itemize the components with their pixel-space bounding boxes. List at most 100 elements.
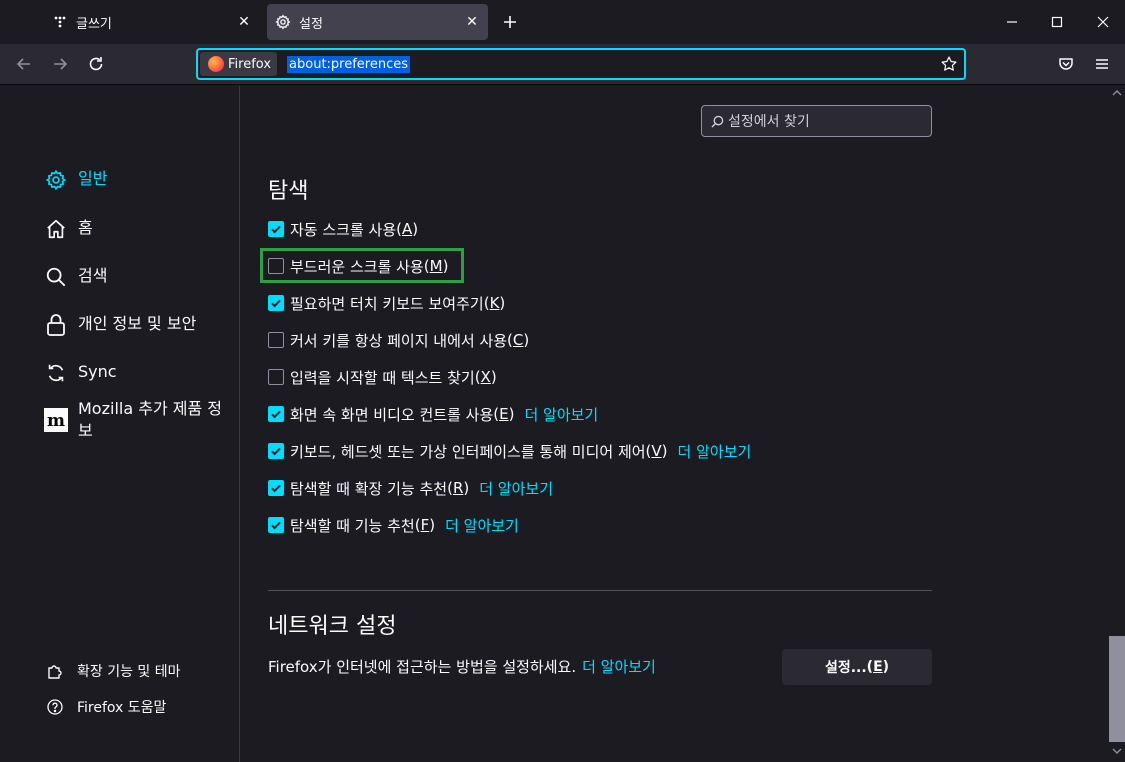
learn-more-link[interactable]: 더 알아보기	[524, 404, 598, 425]
sidebar-item-label: Mozilla 추가 제품 정 보	[78, 398, 222, 442]
star-icon	[941, 56, 957, 71]
checkbox-checked[interactable]	[268, 480, 284, 496]
home-icon	[44, 217, 68, 241]
back-button[interactable]	[10, 50, 38, 78]
accesskey: E	[499, 405, 509, 423]
tab-settings[interactable]: 설정 ✕	[267, 4, 488, 40]
checkbox-checked[interactable]	[268, 443, 284, 459]
accesskey-hint: (F)	[414, 516, 436, 534]
browsing-option[interactable]: 커서 키를 항상 페이지 내에서 사용 (C)	[268, 329, 529, 351]
focus-ring	[260, 248, 464, 283]
puzzle-icon	[46, 662, 64, 680]
menu-button[interactable]	[1088, 50, 1116, 78]
minimize-button[interactable]	[989, 6, 1035, 38]
forward-button[interactable]	[46, 50, 74, 78]
tab-label: 설정	[299, 16, 323, 32]
scroll-up-icon[interactable]	[1111, 88, 1123, 98]
browsing-option[interactable]: 화면 속 화면 비디오 컨트롤 사용 (E) 더 알아보기	[268, 403, 598, 425]
option-label: 키보드, 헤드셋 또는 가상 인터페이스를 통해 미디어 제어	[290, 442, 646, 461]
learn-more-link[interactable]: 더 알아보기	[445, 515, 519, 536]
accesskey-hint: (R)	[447, 479, 470, 497]
accesskey: E	[873, 659, 883, 675]
gear-icon	[44, 168, 68, 192]
tab-writing[interactable]: 글쓰기 ✕	[40, 4, 260, 40]
mozilla-icon: m	[44, 408, 68, 432]
close-icon[interactable]: ✕	[232, 10, 256, 34]
accesskey: R	[452, 479, 464, 497]
checkmark-icon	[271, 299, 281, 308]
sidebar-item-search[interactable]: 검색	[44, 265, 107, 289]
help-icon	[46, 698, 64, 716]
learn-more-link[interactable]: 더 알아보기	[479, 478, 553, 499]
accesskey-hint: (E)	[493, 405, 515, 423]
sidebar-item-label: Sync	[78, 362, 117, 381]
browsing-option[interactable]: 키보드, 헤드셋 또는 가상 인터페이스를 통해 미디어 제어 (V) 더 알아보기	[268, 440, 751, 462]
bookmark-star-button[interactable]	[938, 53, 960, 75]
checkmark-icon	[271, 225, 281, 234]
accesskey: F	[420, 516, 430, 534]
sidebar-item-general[interactable]: 일반	[44, 168, 107, 192]
network-description-text: Firefox가 인터넷에 접근하는 방법을 설정하세요.	[268, 658, 577, 676]
sidebar-item-sync[interactable]: Sync	[44, 361, 117, 385]
maximize-button[interactable]	[1034, 6, 1080, 38]
sidebar-item-label-line1: Mozilla 추가 제품 정	[78, 399, 222, 418]
sidebar-item-label: Firefox 도움말	[77, 700, 167, 716]
accesskey-hint: (V)	[645, 442, 668, 460]
sidebar-item-mozilla-products[interactable]: m Mozilla 추가 제품 정 보	[44, 398, 222, 442]
accesskey-hint: (X)	[474, 368, 497, 386]
hamburger-icon	[1096, 59, 1108, 69]
close-icon[interactable]: ✕	[460, 10, 484, 34]
window-close-button[interactable]	[1080, 6, 1125, 38]
sidebar-item-label: 확장 기능 및 테마	[77, 664, 181, 680]
sidebar-item-label-line2: 보	[78, 421, 93, 440]
arrow-left-icon	[16, 58, 30, 70]
reload-button[interactable]	[82, 50, 110, 78]
tab-bar: 글쓰기 ✕ 설정 ✕	[0, 0, 1125, 44]
browsing-option[interactable]: 필요하면 터치 키보드 보여주기 (K)	[268, 292, 505, 314]
svg-text:m: m	[47, 411, 65, 431]
url-text[interactable]: about:preferences	[287, 55, 411, 73]
scroll-down-icon[interactable]	[1111, 746, 1123, 756]
browsing-option[interactable]: 자동 스크롤 사용 (A)	[268, 218, 418, 240]
checkbox-checked[interactable]	[268, 406, 284, 422]
pocket-button[interactable]	[1052, 50, 1080, 78]
learn-more-link[interactable]: 더 알아보기	[678, 441, 752, 462]
browsing-option[interactable]: 탐색할 때 확장 기능 추천 (R) 더 알아보기	[268, 477, 553, 499]
section-divider	[268, 590, 932, 591]
nav-bar: Firefox about:preferences	[0, 44, 1125, 85]
close-icon	[1097, 16, 1109, 28]
checkbox-unchecked[interactable]	[268, 332, 284, 348]
identity-label: Firefox	[228, 56, 272, 72]
browsing-option[interactable]: 탐색할 때 기능 추천 (F) 더 알아보기	[268, 514, 519, 536]
network-settings-button[interactable]: 설정...(E)	[782, 649, 932, 685]
checkbox-checked[interactable]	[268, 295, 284, 311]
accesskey: X	[480, 368, 491, 386]
sidebar-item-addons[interactable]: 확장 기능 및 테마	[46, 661, 181, 681]
gear-icon	[275, 14, 291, 30]
browsing-option[interactable]: 입력을 시작할 때 텍스트 찾기 (X)	[268, 366, 497, 388]
accesskey-hint: (K)	[483, 294, 506, 312]
option-label: 탐색할 때 확장 기능 추천	[290, 479, 448, 498]
sidebar-item-privacy[interactable]: 개인 정보 및 보안	[44, 313, 196, 337]
identity-box[interactable]: Firefox	[200, 52, 278, 76]
new-tab-button[interactable]	[497, 9, 523, 35]
url-bar[interactable]: Firefox about:preferences	[196, 48, 966, 80]
sidebar-item-home[interactable]: 홈	[44, 217, 93, 241]
accesskey: V	[651, 442, 662, 460]
writing-icon	[52, 14, 68, 30]
accesskey: A	[402, 220, 413, 238]
sidebar-item-help[interactable]: Firefox 도움말	[46, 697, 166, 717]
sidebar-item-label: 검색	[78, 266, 108, 285]
network-button-label: 설정...	[824, 660, 867, 676]
checkbox-checked[interactable]	[268, 221, 284, 237]
checkbox-checked[interactable]	[268, 517, 284, 533]
sync-icon	[44, 361, 68, 385]
reload-icon	[89, 57, 103, 71]
learn-more-link[interactable]: 더 알아보기	[582, 658, 656, 676]
search-icon	[44, 265, 68, 289]
checkbox-unchecked[interactable]	[268, 369, 284, 385]
checkmark-icon	[271, 410, 281, 419]
search-placeholder: 설정에서 찾기	[728, 114, 810, 130]
scrollbar-thumb[interactable]	[1109, 636, 1125, 742]
settings-search-input[interactable]: 설정에서 찾기	[701, 105, 932, 137]
